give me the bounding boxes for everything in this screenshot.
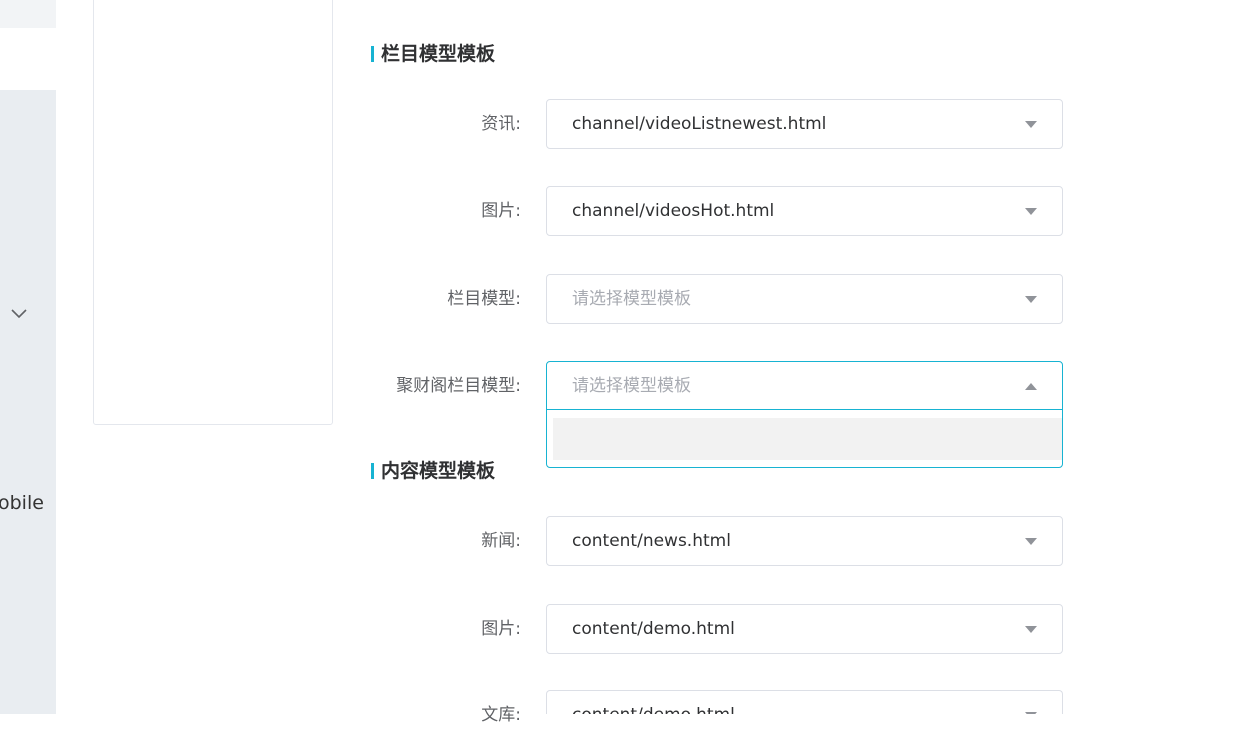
sidebar-menu-item-active[interactable]	[0, 28, 56, 90]
select-placeholder: 请选择模型模板	[572, 376, 691, 396]
row-label-channel-model: 栏目模型:	[447, 289, 521, 309]
select-placeholder: 请选择模型模板	[572, 289, 691, 309]
select-value: content/demo.html	[572, 691, 735, 714]
caret-down-icon	[1025, 626, 1037, 633]
select-value: channel/videosHot.html	[572, 201, 775, 221]
section-title-content: 内容模型模板	[371, 460, 495, 482]
section-title-channel: 栏目模型模板	[371, 43, 495, 65]
sidebar-item-label[interactable]: obile	[0, 492, 56, 514]
select-value: channel/videoListnewest.html	[572, 114, 827, 134]
sidebar: obile	[0, 0, 56, 714]
template-select-news[interactable]: channel/videoListnewest.html	[546, 99, 1063, 149]
dropdown-option-empty[interactable]	[553, 418, 1062, 460]
select-value: content/demo.html	[572, 619, 735, 639]
row-label-jucaige-model: 聚财阁栏目模型:	[396, 376, 521, 396]
template-select-images[interactable]: channel/videosHot.html	[546, 186, 1063, 236]
row-label-images: 图片:	[481, 201, 521, 221]
caret-down-icon	[1025, 121, 1037, 128]
row-label-content-news: 新闻:	[481, 531, 521, 551]
select-value: content/news.html	[572, 531, 731, 551]
row-label-content-images: 图片:	[481, 619, 521, 639]
template-select-jucaige-model[interactable]: 请选择模型模板	[546, 361, 1063, 410]
caret-up-icon	[1025, 383, 1037, 390]
row-label-content-library: 文库:	[481, 705, 521, 725]
template-select-channel-model[interactable]: 请选择模型模板	[546, 274, 1063, 324]
chevron-down-icon[interactable]	[10, 306, 28, 320]
template-select-content-library[interactable]: content/demo.html	[546, 690, 1063, 714]
caret-down-icon	[1025, 538, 1037, 545]
sidebar-menu-item-top[interactable]	[0, 0, 56, 28]
template-select-content-news[interactable]: content/news.html	[546, 516, 1063, 566]
select-dropdown	[546, 409, 1063, 468]
template-select-content-images[interactable]: content/demo.html	[546, 604, 1063, 654]
caret-down-icon	[1025, 208, 1037, 215]
row-label-news: 资讯:	[481, 114, 521, 134]
caret-down-icon	[1025, 296, 1037, 303]
tree-panel	[93, 0, 333, 425]
